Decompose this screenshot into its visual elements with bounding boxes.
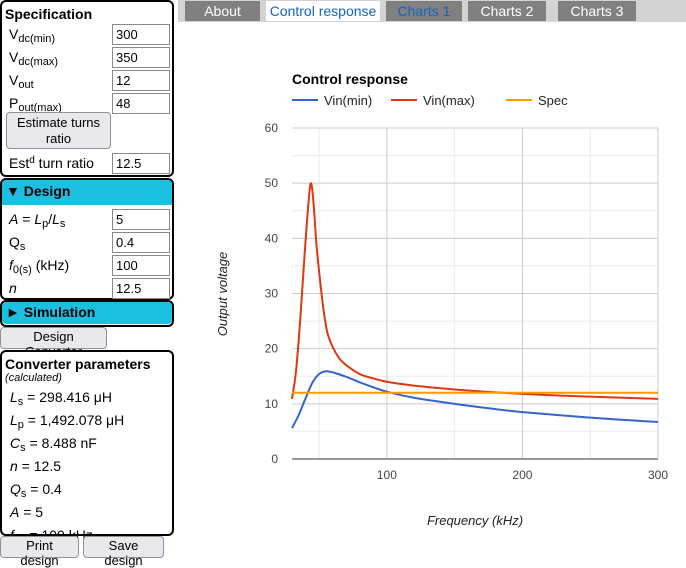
tab-about[interactable]: About (185, 1, 260, 21)
print-design-button[interactable]: Print design (0, 536, 79, 568)
legend-label: Vin(max) (423, 93, 475, 108)
y-tick-label: 20 (265, 342, 279, 356)
tab-bar: About Control response Charts 1 Charts 2 Cha… (178, 0, 686, 22)
y-tick-label: 30 (265, 287, 279, 301)
chart-title: Control response (292, 71, 408, 87)
design-row-qs: Qs (2, 231, 172, 254)
design-converter-button[interactable]: Design Converter (0, 327, 107, 359)
spec-row: Vout (2, 69, 172, 92)
estimated-turn-ratio-row: Estd turn ratio (2, 152, 172, 175)
x-tick-label: 100 (377, 468, 397, 482)
design-input-n[interactable] (112, 278, 170, 299)
converter-parameter: n = 12.5 (10, 458, 61, 474)
spec-row: Vdc(max) (2, 46, 172, 69)
design-header[interactable]: ▼ Design (2, 180, 172, 205)
converter-parameters-title: Converter parameters (5, 356, 151, 372)
save-design-button[interactable]: Save design (83, 536, 164, 568)
spec-row: Vdc(min) (2, 23, 172, 46)
design-input-a[interactable] (112, 209, 170, 230)
series-line-vin-max (291, 182, 659, 400)
spec-label: Vdc(max) (9, 49, 59, 68)
converter-parameter: Ls = 298.416 μH (10, 389, 112, 408)
converter-parameter: A = 5 (10, 504, 44, 520)
specification-title: Specification (5, 6, 93, 22)
x-tick-label: 300 (648, 468, 668, 482)
simulation-panel: ► Simulation (0, 300, 174, 327)
legend-label: Spec (538, 93, 568, 108)
design-input-qs[interactable] (112, 232, 170, 253)
spec-label: Pout(max) (9, 95, 62, 114)
y-tick-label: 60 (265, 121, 279, 135)
design-label-n: n (9, 280, 17, 296)
spec-label: Vout (9, 72, 34, 91)
estimate-turns-ratio-button[interactable]: Estimate turns ratio (6, 112, 111, 149)
x-axis-label: Frequency (kHz) (427, 513, 523, 528)
converter-parameter: Qs = 0.4 (10, 481, 62, 500)
tab-charts-2[interactable]: Charts 2 (468, 1, 546, 21)
estimated-turn-ratio-input[interactable] (112, 153, 170, 174)
converter-parameter: Lp = 1,492.078 μH (10, 412, 125, 431)
design-panel: ▼ Design A = Lp/Ls Qs f0(s) (kHz) n (0, 178, 174, 300)
specification-panel: Specification Vdc(min) Vdc(max) Vout Pou… (0, 0, 174, 177)
converter-parameters-subtitle: (calculated) (5, 372, 62, 384)
tab-charts-1[interactable]: Charts 1 (386, 1, 462, 21)
y-tick-label: 10 (265, 397, 279, 411)
converter-parameters-panel: Converter parameters (calculated) Ls = 2… (0, 350, 174, 546)
legend-label: Vin(min) (324, 93, 372, 108)
tab-control-response[interactable]: Control response (266, 1, 380, 21)
y-tick-label: 0 (271, 452, 278, 466)
converter-parameter: Cs = 8.488 nF (10, 435, 97, 454)
control-response-chart: 0 10 20 30 40 50 60 100 200 300 Control response Vi… (215, 71, 668, 528)
spec-label: Vdc(min) (9, 26, 56, 45)
y-tick-label: 50 (265, 176, 279, 190)
spec-input[interactable] (112, 24, 170, 45)
series-line-vin-min (291, 370, 659, 429)
design-label-qs: Qs (9, 234, 26, 253)
design-label-a: A = Lp/Ls (9, 211, 66, 230)
design-row-a: A = Lp/Ls (2, 208, 172, 231)
x-tick-label: 200 (512, 468, 532, 482)
estimated-turn-ratio-label: Estd turn ratio (9, 155, 94, 171)
design-row-f0: f0(s) (kHz) (2, 254, 172, 277)
spec-input[interactable] (112, 93, 170, 114)
spec-input[interactable] (112, 47, 170, 68)
y-axis-label: Output voltage (215, 252, 230, 337)
design-input-f0[interactable] (112, 255, 170, 276)
design-label-f0: f0(s) (kHz) (9, 257, 70, 276)
spec-input[interactable] (112, 70, 170, 91)
simulation-header[interactable]: ► Simulation (2, 302, 172, 324)
design-row-n: n (2, 277, 172, 300)
tab-charts-3[interactable]: Charts 3 (558, 1, 636, 21)
y-tick-label: 40 (265, 231, 279, 245)
